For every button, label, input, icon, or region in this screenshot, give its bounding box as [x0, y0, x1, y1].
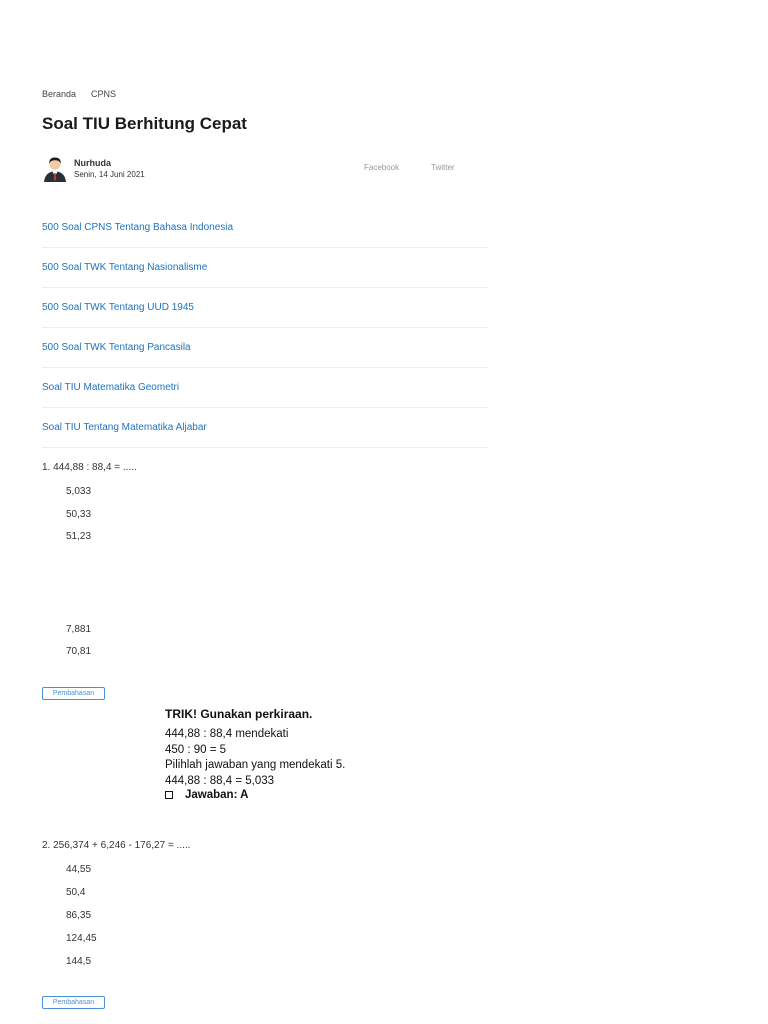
- option-c[interactable]: 86,35: [66, 910, 91, 921]
- related-link-bahasa-indonesia[interactable]: 500 Soal CPNS Tentang Bahasa Indonesia: [42, 208, 488, 248]
- checkbox-icon: [165, 791, 173, 799]
- related-link-aljabar[interactable]: Soal TIU Tentang Matematika Aljabar: [42, 408, 488, 448]
- related-link-uud-1945[interactable]: 500 Soal TWK Tentang UUD 1945: [42, 288, 488, 328]
- share-facebook[interactable]: Facebook: [364, 163, 399, 172]
- breadcrumb-home[interactable]: Beranda: [42, 89, 76, 99]
- share-twitter[interactable]: Twitter: [431, 163, 455, 172]
- author-name[interactable]: Nurhuda: [74, 158, 145, 168]
- explanation-line: Pilihlah jawaban yang mendekati 5.: [165, 759, 346, 771]
- option-e[interactable]: 70,81: [66, 646, 91, 657]
- breadcrumb: Beranda CPNS: [42, 89, 116, 99]
- question-1: 1. 444,88 : 88,4 = .....: [42, 462, 137, 473]
- explanation-line: 444,88 : 88,4 mendekati: [165, 728, 289, 740]
- related-link-nasionalisme[interactable]: 500 Soal TWK Tentang Nasionalisme: [42, 248, 488, 288]
- related-link-geometri[interactable]: Soal TIU Matematika Geometri: [42, 368, 488, 408]
- related-link-pancasila[interactable]: 500 Soal TWK Tentang Pancasila: [42, 328, 488, 368]
- related-links: 500 Soal CPNS Tentang Bahasa Indonesia 5…: [42, 208, 488, 448]
- pembahasan-button[interactable]: Pembahasan: [42, 996, 105, 1009]
- explanation-line: 444,88 : 88,4 = 5,033: [165, 774, 275, 787]
- avatar: [44, 157, 66, 182]
- post-date: Senin, 14 Juni 2021: [74, 169, 145, 179]
- option-a[interactable]: 44,55: [66, 864, 91, 875]
- option-b[interactable]: 50,4: [66, 887, 85, 898]
- explanation-title: TRIK! Gunakan perkiraan.: [165, 707, 313, 721]
- explanation-line: 450 : 90 = 5: [165, 743, 227, 756]
- question-2: 2. 256,374 + 6,246 - 176,27 = .....: [42, 840, 191, 851]
- option-d[interactable]: 7,881: [66, 624, 91, 635]
- option-d[interactable]: 124,45: [66, 933, 97, 944]
- option-e[interactable]: 144,5: [66, 956, 91, 967]
- page-title: Soal TIU Berhitung Cepat: [42, 114, 247, 133]
- option-b[interactable]: 50,33: [66, 509, 91, 520]
- pembahasan-button[interactable]: Pembahasan: [42, 687, 105, 700]
- option-a[interactable]: 5,033: [66, 486, 91, 497]
- explanation-image: TRIK! Gunakan perkiraan. 444,88 : 88,4 m…: [165, 707, 345, 801]
- breadcrumb-cpns[interactable]: CPNS: [91, 89, 116, 99]
- answer-line: Jawaban: A: [165, 789, 345, 801]
- author-block: Nurhuda Senin, 14 Juni 2021: [42, 154, 145, 182]
- option-c[interactable]: 51,23: [66, 531, 91, 542]
- answer-text: Jawaban: A: [185, 789, 249, 801]
